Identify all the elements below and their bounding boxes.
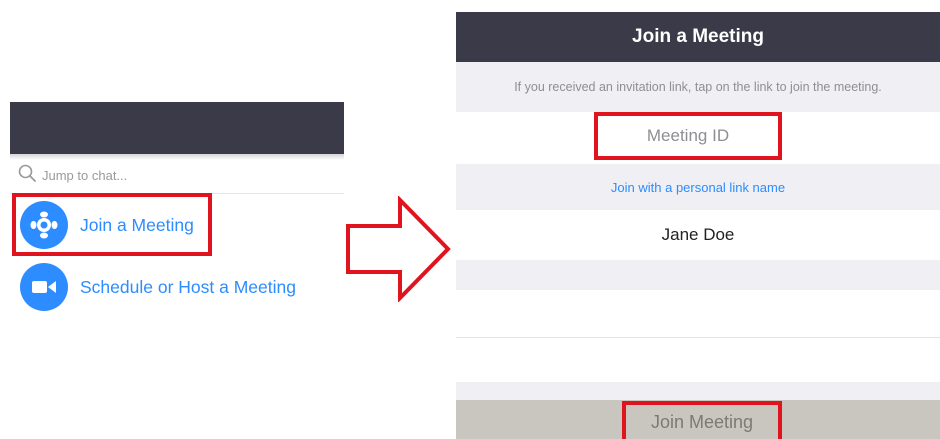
personal-link-band: Join with a personal link name: [456, 164, 940, 210]
hint-text: If you received an invitation link, tap …: [514, 80, 882, 94]
highlight-box-join: [12, 193, 212, 256]
search-icon: [18, 164, 36, 187]
left-app-header: [10, 102, 344, 154]
header-shadow: [10, 154, 344, 160]
empty-row: [456, 338, 940, 382]
search-placeholder[interactable]: Jump to chat...: [42, 168, 127, 183]
meeting-id-input[interactable]: Meeting ID: [594, 112, 782, 160]
invitation-hint: If you received an invitation link, tap …: [456, 62, 940, 112]
page-title: Join a Meeting: [632, 26, 764, 47]
meeting-id-placeholder: Meeting ID: [646, 126, 730, 145]
highlight-box-join-button: Join Meeting: [622, 401, 782, 439]
right-arrow-icon: [344, 195, 452, 307]
join-meeting-button-label: Join Meeting: [650, 411, 754, 432]
right-app-header: Join a Meeting: [456, 12, 940, 62]
schedule-meeting-item[interactable]: Schedule or Host a Meeting: [20, 263, 296, 311]
section-separator: [456, 260, 940, 290]
video-camera-icon: [20, 263, 68, 311]
section-separator: [456, 382, 940, 400]
search-bar[interactable]: Jump to chat...: [18, 163, 344, 187]
personal-link-name-link[interactable]: Join with a personal link name: [611, 180, 785, 195]
schedule-meeting-label: Schedule or Host a Meeting: [80, 276, 296, 297]
name-value: Jane Doe: [661, 225, 735, 244]
name-field[interactable]: Jane Doe: [456, 210, 940, 260]
empty-row: [456, 290, 940, 338]
